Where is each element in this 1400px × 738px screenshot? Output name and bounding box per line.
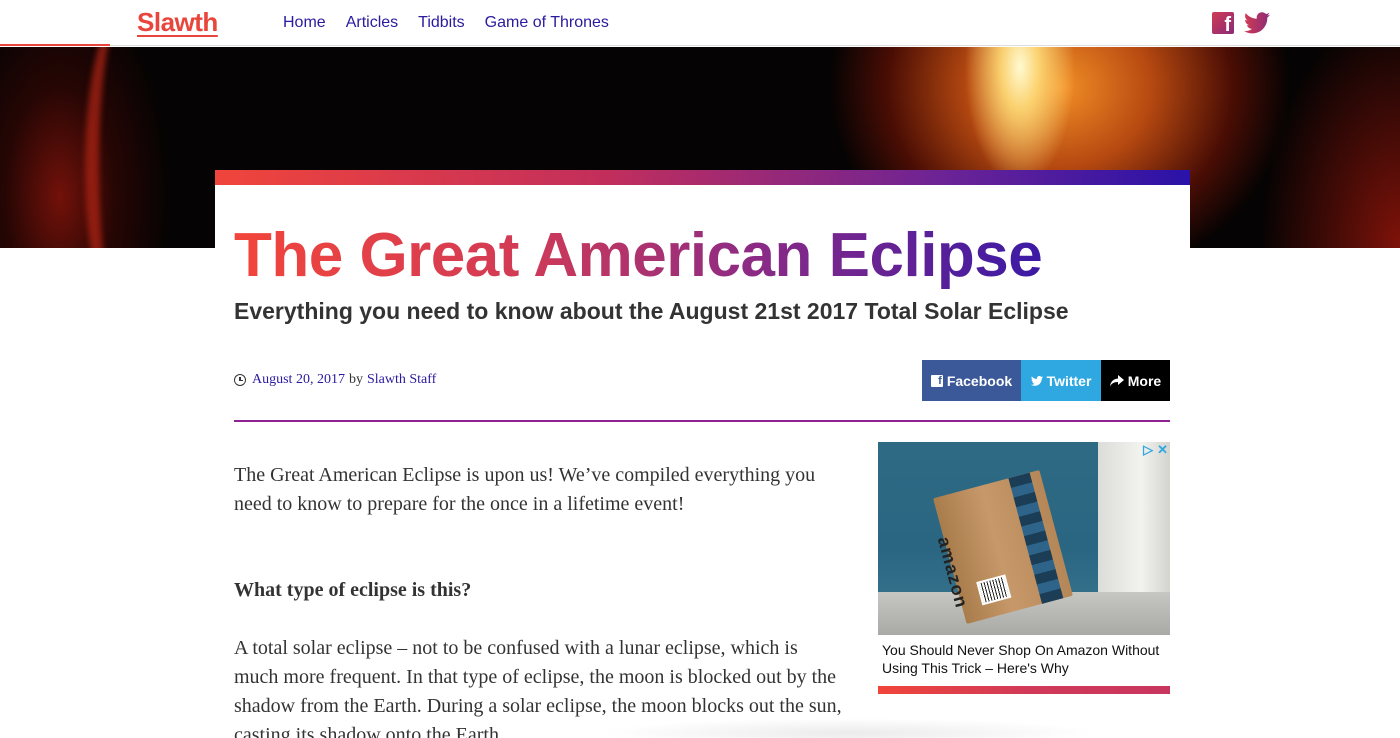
share-twitter-button[interactable]: Twitter: [1021, 360, 1101, 401]
package-tape: [1008, 472, 1064, 604]
reading-progress-bar: [0, 44, 110, 46]
ad-close-icon[interactable]: ✕: [1157, 443, 1168, 456]
bottom-shadow: [600, 718, 1100, 738]
meta-divider: [234, 420, 1170, 422]
article-title: The Great American Eclipse: [234, 216, 1043, 296]
article-meta: August 20, 2017 by Slawth Staff: [234, 372, 436, 388]
article-subtitle: Everything you need to know about the Au…: [234, 298, 1069, 324]
nav-home[interactable]: Home: [283, 14, 326, 32]
top-nav-bar: Slawth Home Articles Tidbits Game of Thr…: [0, 0, 1400, 46]
share-more-button[interactable]: More: [1101, 360, 1170, 401]
nav-tidbits[interactable]: Tidbits: [418, 14, 465, 32]
ad-caption[interactable]: You Should Never Shop On Amazon Without …: [882, 641, 1166, 677]
twitter-icon[interactable]: [1244, 12, 1270, 34]
site-logo[interactable]: Slawth: [137, 7, 218, 38]
share-facebook-button[interactable]: f Facebook: [922, 360, 1021, 401]
nav-game-of-thrones[interactable]: Game of Thrones: [485, 14, 609, 32]
nav-articles[interactable]: Articles: [346, 14, 398, 32]
facebook-icon: f: [930, 374, 943, 387]
share-arrow-icon: [1109, 374, 1124, 386]
share-more-label: More: [1127, 372, 1162, 389]
facebook-icon[interactable]: f: [1212, 12, 1234, 35]
article-date-link[interactable]: August 20, 2017: [252, 372, 345, 388]
barcode-label: [976, 574, 1012, 606]
article-author-link[interactable]: Slawth Staff: [367, 372, 436, 388]
adchoices-play-icon[interactable]: ▷: [1143, 443, 1153, 456]
moon-rim-glow: [85, 47, 165, 248]
twitter-icon: [1030, 375, 1043, 386]
ad-choices: ▷ ✕: [1143, 443, 1168, 456]
section-heading: What type of eclipse is this?: [234, 579, 472, 601]
main-nav: Home Articles Tidbits Game of Thrones: [283, 14, 609, 32]
social-links: f: [1212, 12, 1270, 35]
package-box: amazon: [933, 469, 1073, 625]
share-twitter-label: Twitter: [1046, 372, 1092, 389]
title-card-accent-bar: [215, 170, 1190, 185]
ad-image-amazon-package[interactable]: amazon ▷ ✕: [878, 442, 1170, 635]
share-buttons: f Facebook Twitter More: [922, 360, 1170, 401]
clock-icon: [234, 374, 246, 386]
sidebar-ad[interactable]: amazon ▷ ✕ You Should Never Shop On Amaz…: [878, 442, 1170, 694]
ad-accent-bar: [878, 686, 1170, 694]
article-intro: The Great American Eclipse is upon us! W…: [234, 464, 816, 515]
byline-by: by: [348, 372, 363, 387]
share-facebook-label: Facebook: [946, 372, 1013, 389]
